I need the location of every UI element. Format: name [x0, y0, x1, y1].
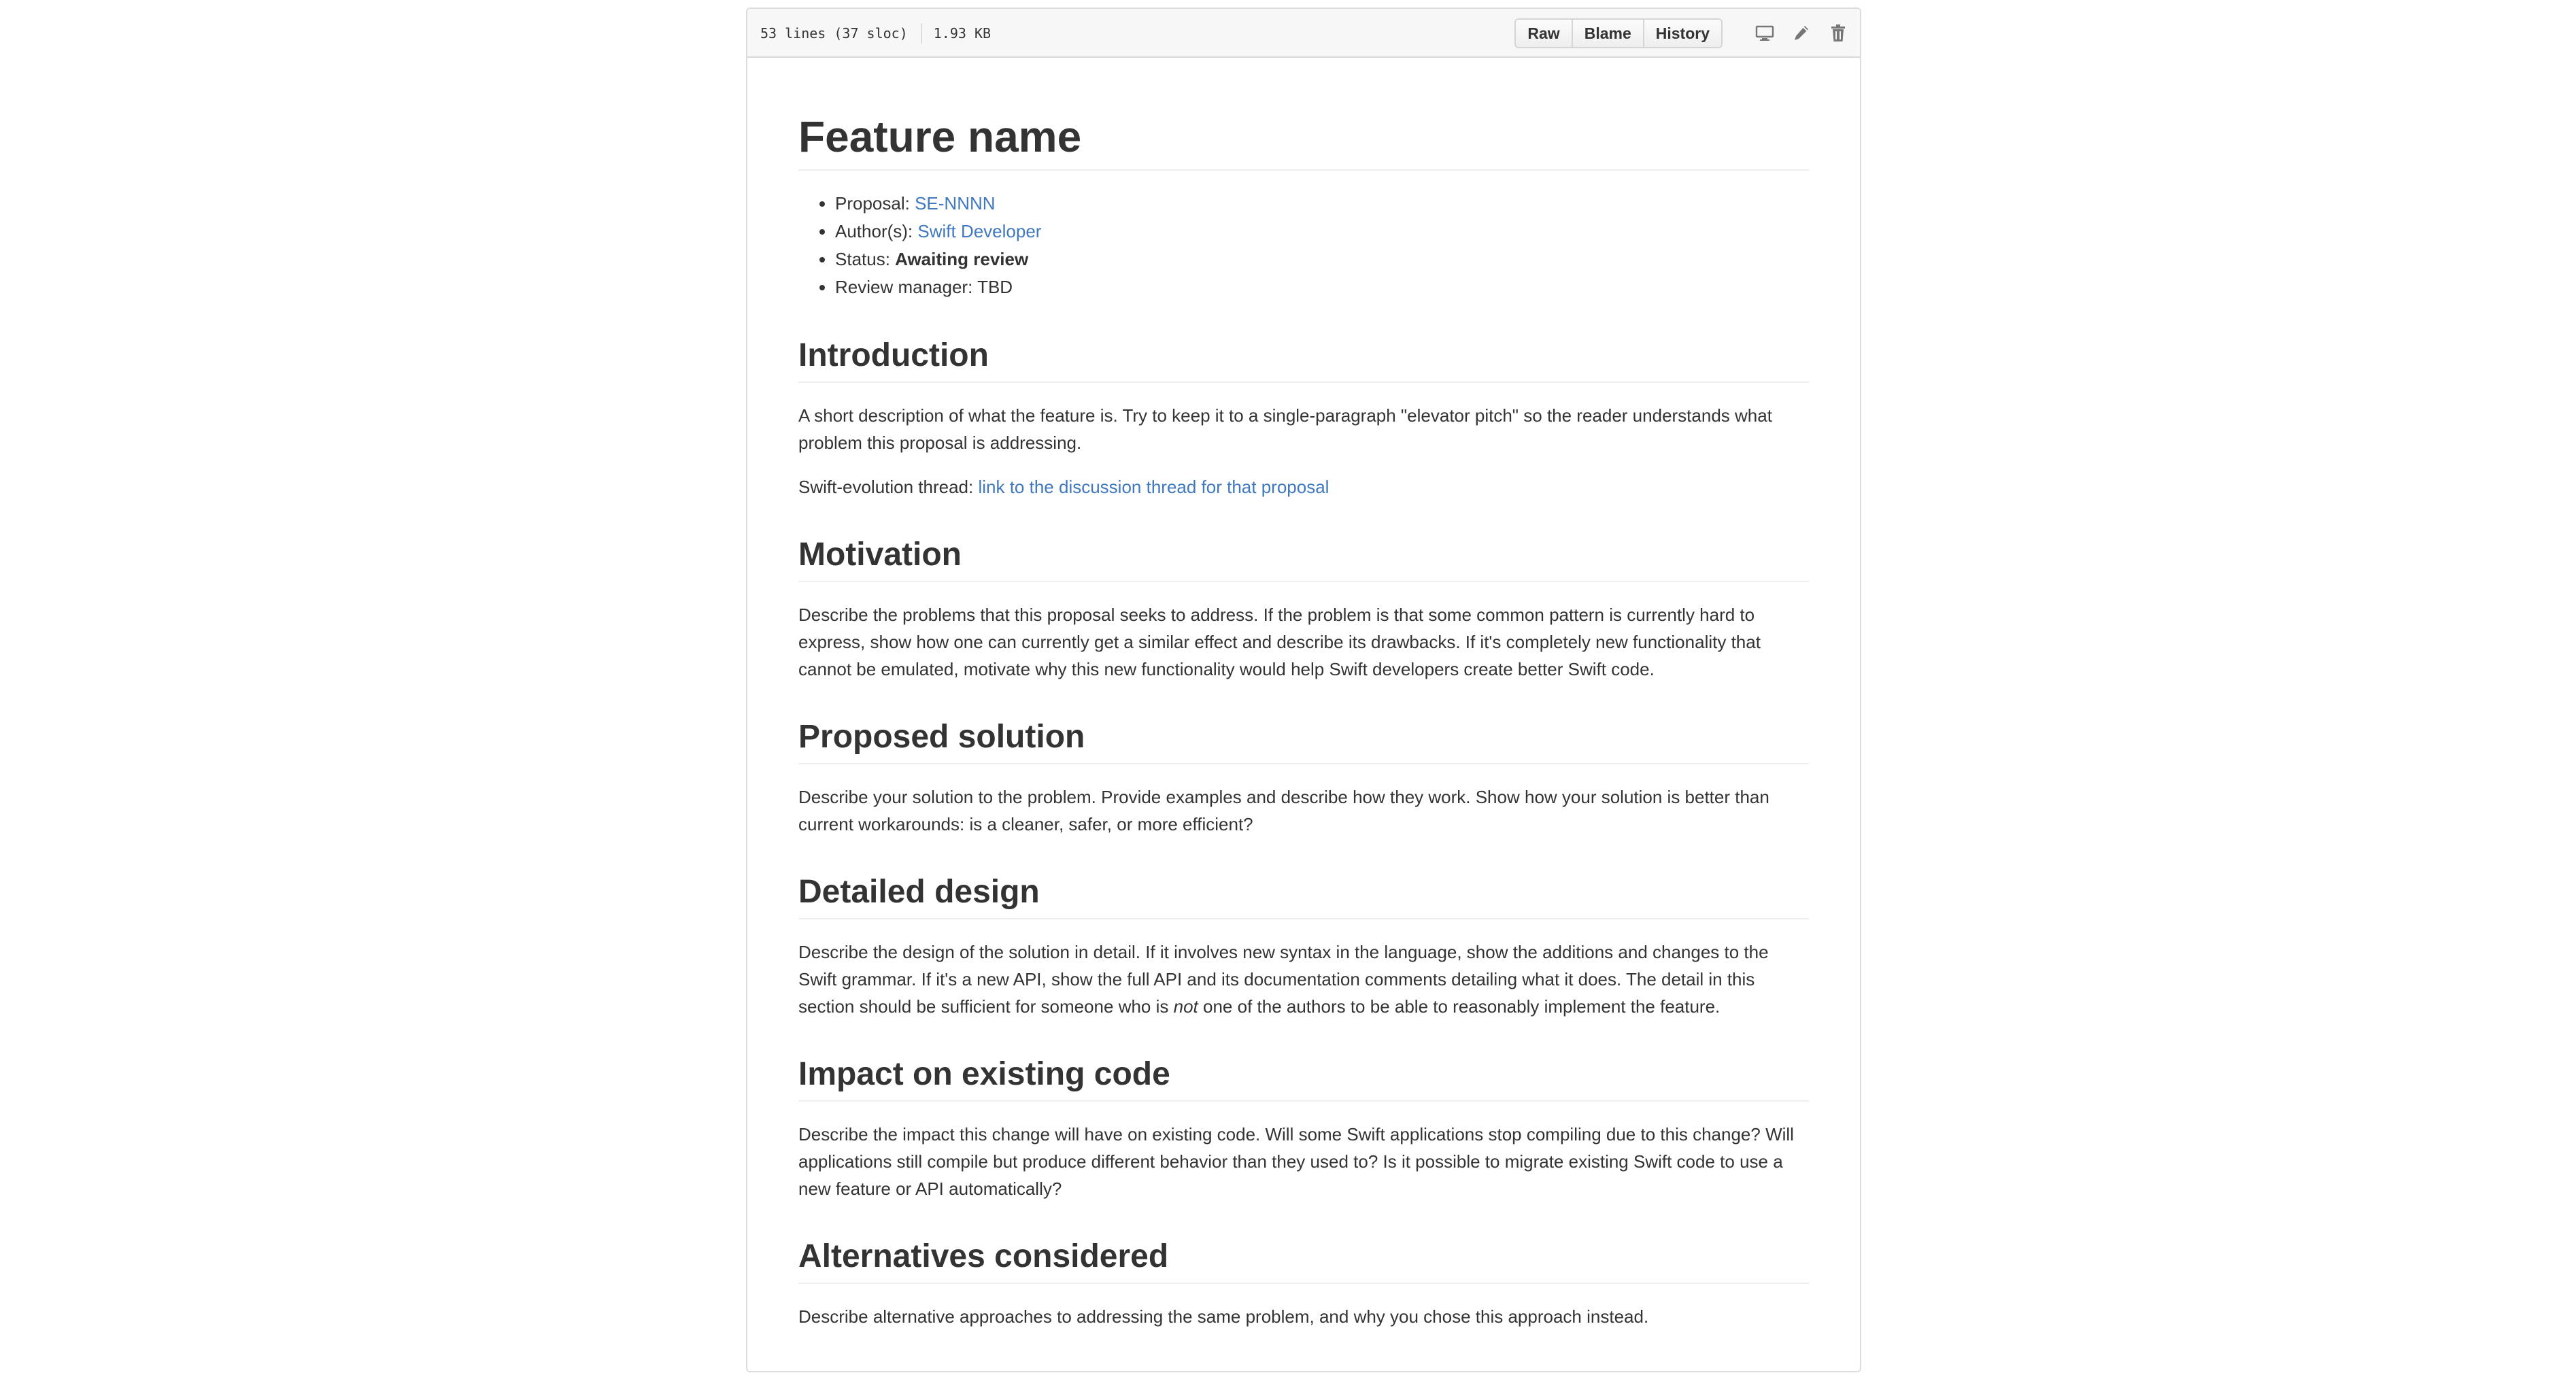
heading-impact: Impact on existing code — [798, 1054, 1809, 1102]
section-proposed-solution: Proposed solution Describe your solution… — [798, 717, 1809, 838]
file-info-divider — [920, 23, 922, 44]
detailed-design-paragraph: Describe the design of the solution in d… — [798, 938, 1809, 1020]
pencil-icon[interactable] — [1791, 20, 1812, 47]
status-value: Awaiting review — [895, 249, 1029, 269]
heading-motivation: Motivation — [798, 535, 1809, 582]
file-info: 53 lines (37 sloc) 1.93 KB — [760, 9, 991, 58]
thread-paragraph: Swift-evolution thread: link to the disc… — [798, 473, 1809, 501]
authors-label: Author(s): — [835, 221, 918, 241]
history-button[interactable]: History — [1642, 20, 1721, 47]
status-label: Status: — [835, 249, 896, 269]
list-item-status: Status: Awaiting review — [835, 245, 1809, 273]
file-header: 53 lines (37 sloc) 1.93 KB Raw Blame His… — [747, 9, 1860, 58]
alternatives-paragraph: Describe alternative approaches to addre… — [798, 1306, 1649, 1327]
heading-proposed-solution: Proposed solution — [798, 717, 1809, 764]
proposal-label: Proposal: — [835, 193, 915, 214]
document-title: Feature name — [798, 58, 1809, 171]
file-button-group: Raw Blame History — [1514, 18, 1723, 48]
review-manager-text: Review manager: TBD — [835, 277, 1013, 297]
trash-icon[interactable] — [1827, 20, 1849, 47]
motivation-paragraph: Describe the problems that this proposal… — [798, 605, 1761, 679]
thread-link[interactable]: link to the discussion thread for that p… — [978, 477, 1329, 497]
list-item-review-manager: Review manager: TBD — [835, 273, 1809, 301]
proposal-link[interactable]: SE-NNNN — [915, 193, 995, 214]
file-size: 1.93 KB — [933, 25, 992, 41]
proposed-solution-paragraph: Describe your solution to the problem. P… — [798, 787, 1769, 834]
detailed-design-emphasis: not — [1173, 996, 1198, 1017]
impact-paragraph: Describe the impact this change will hav… — [798, 1124, 1794, 1199]
heading-introduction: Introduction — [798, 335, 1809, 383]
raw-button[interactable]: Raw — [1516, 20, 1572, 47]
author-link[interactable]: Swift Developer — [917, 221, 1041, 241]
section-detailed-design: Detailed design Describe the design of t… — [798, 872, 1809, 1020]
list-item-authors: Author(s): Swift Developer — [835, 218, 1809, 245]
desktop-icon[interactable] — [1754, 20, 1776, 47]
heading-detailed-design: Detailed design — [798, 872, 1809, 919]
section-motivation: Motivation Describe the problems that th… — [798, 535, 1809, 683]
section-introduction: Introduction A short description of what… — [798, 335, 1809, 501]
detailed-design-text-after: one of the authors to be able to reasona… — [1198, 996, 1721, 1017]
introduction-paragraph: A short description of what the feature … — [798, 405, 1772, 453]
section-impact: Impact on existing code Describe the imp… — [798, 1054, 1809, 1202]
file-container: 53 lines (37 sloc) 1.93 KB Raw Blame His… — [746, 7, 1861, 1372]
file-actions: Raw Blame History — [1514, 9, 1849, 58]
section-alternatives: Alternatives considered Describe alterna… — [798, 1236, 1809, 1330]
file-lines-info: 53 lines (37 sloc) — [760, 25, 908, 41]
list-item-proposal: Proposal: SE-NNNN — [835, 190, 1809, 218]
blame-button[interactable]: Blame — [1571, 20, 1643, 47]
heading-alternatives: Alternatives considered — [798, 1236, 1809, 1284]
proposal-meta-list: Proposal: SE-NNNN Author(s): Swift Devel… — [798, 190, 1809, 301]
thread-label: Swift-evolution thread: — [798, 477, 979, 497]
readme-content: Feature name Proposal: SE-NNNN Author(s)… — [798, 58, 1809, 1330]
